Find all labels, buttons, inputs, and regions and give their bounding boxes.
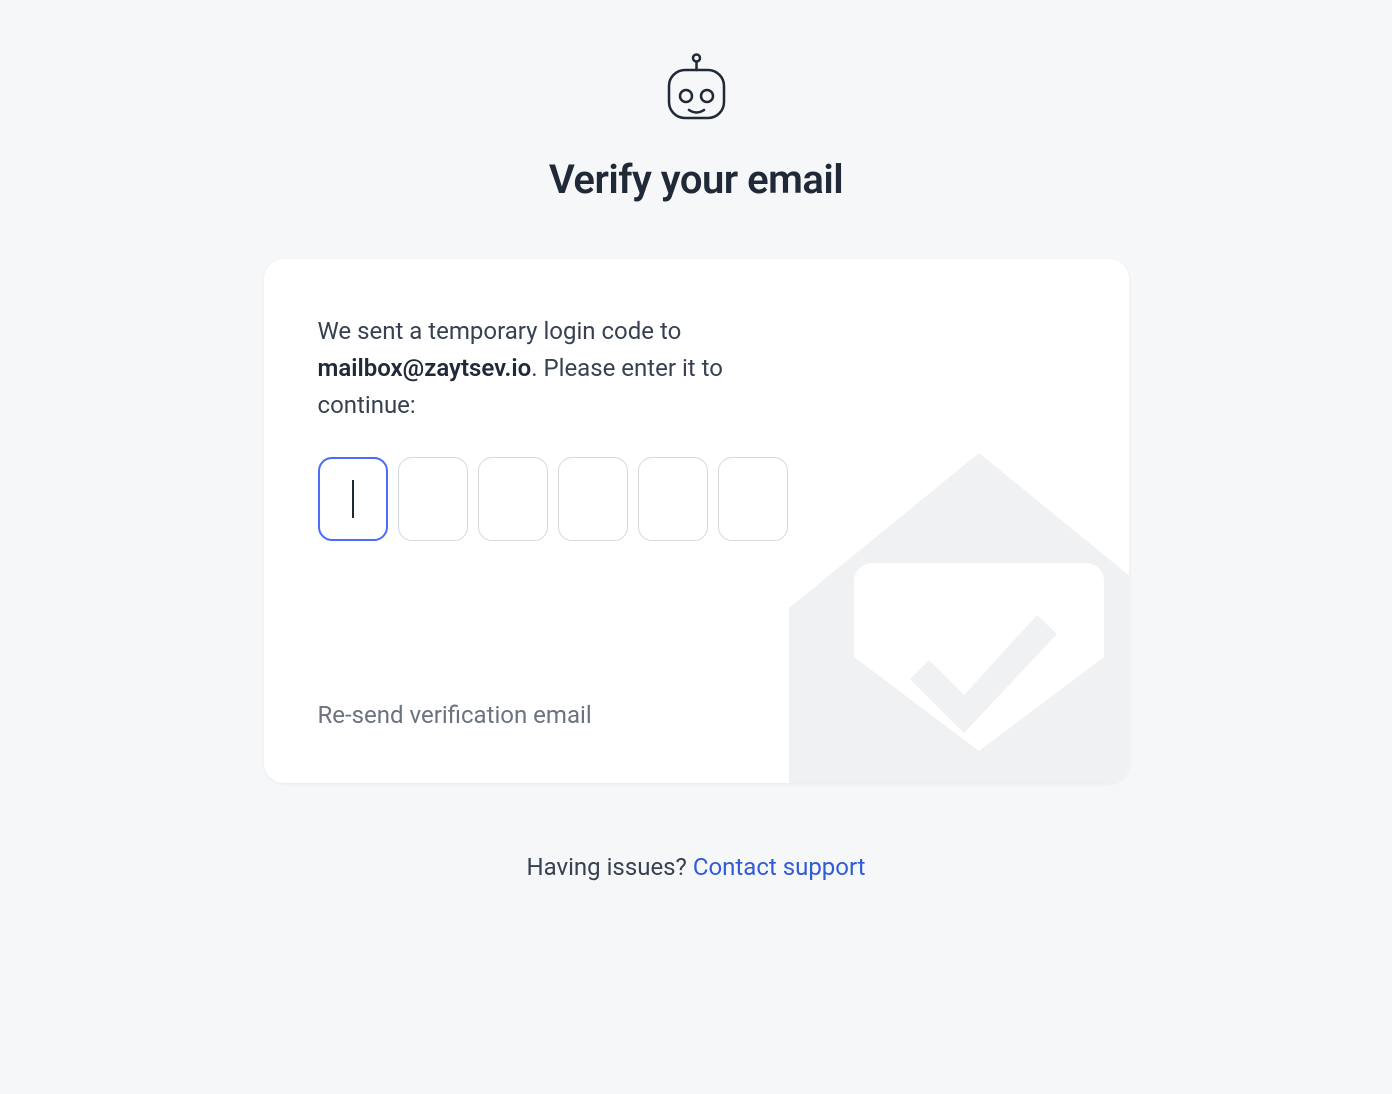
recipient-email: mailbox@zaytsev.io [318,354,532,382]
verification-card: We sent a temporary login code to mailbo… [264,259,1129,783]
code-digit-6[interactable] [718,457,788,541]
contact-support-link[interactable]: Contact support [693,853,866,881]
robot-logo-icon [665,52,728,122]
message-prefix: We sent a temporary login code to [318,317,682,345]
code-digit-2[interactable] [398,457,468,541]
resend-email-button[interactable]: Re-send verification email [318,701,592,729]
code-input-group [318,457,1075,541]
code-digit-5[interactable] [638,457,708,541]
code-digit-3[interactable] [478,457,548,541]
issues-text: Having issues? [526,853,692,881]
text-cursor [352,480,354,518]
instruction-message: We sent a temporary login code to mailbo… [318,313,738,425]
page-title: Verify your email [549,156,843,203]
footer-help: Having issues? Contact support [526,853,865,881]
code-digit-4[interactable] [558,457,628,541]
